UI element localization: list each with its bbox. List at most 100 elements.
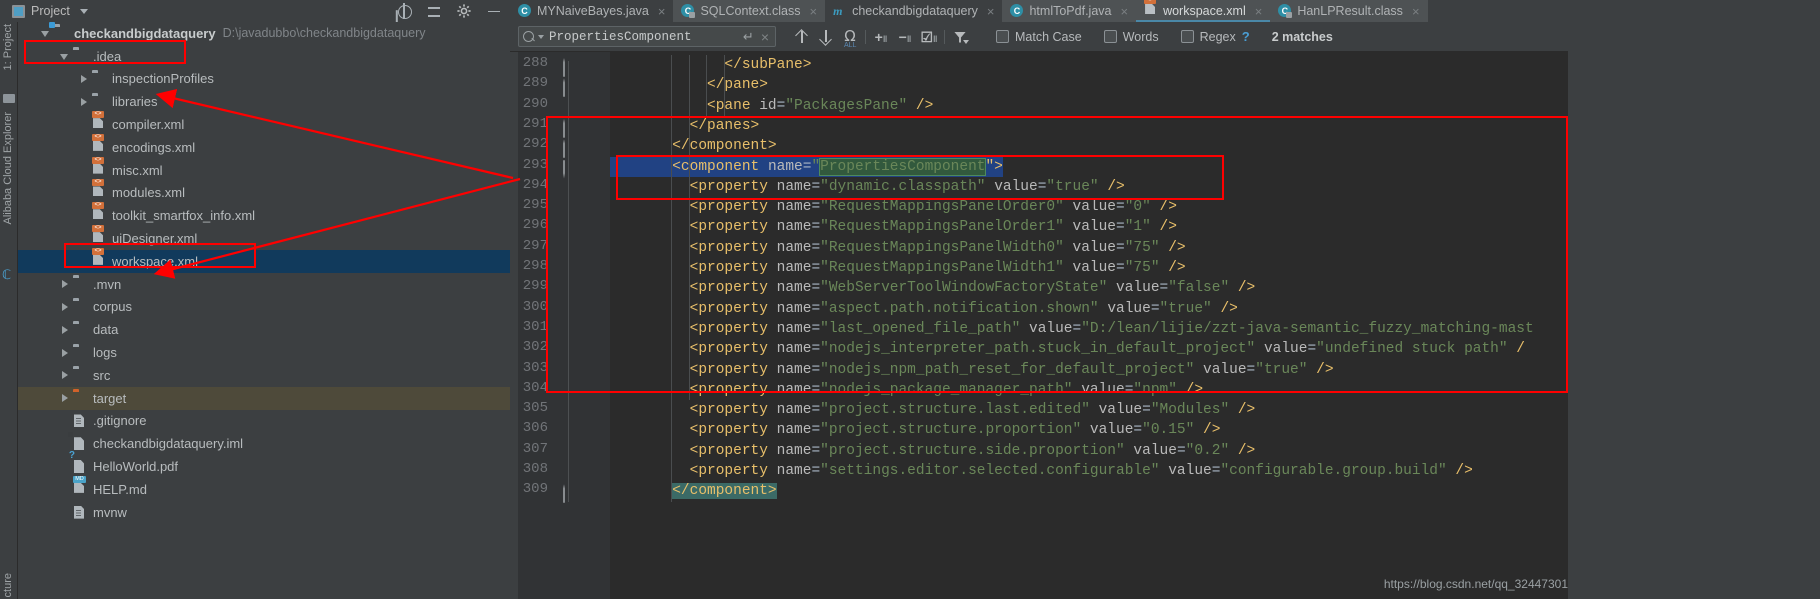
chevron-right-icon[interactable] — [59, 301, 70, 312]
code-fold-toggle[interactable] — [563, 118, 574, 138]
code-line-309[interactable]: </component> — [610, 481, 777, 501]
enter-icon[interactable]: ↵ — [743, 29, 754, 45]
code-line-300[interactable]: <property name="aspect.path.notification… — [610, 299, 1238, 319]
tool-tab-structure[interactable]: cture — [2, 573, 14, 597]
close-tab-icon[interactable]: × — [987, 4, 995, 19]
add-selection-next-button[interactable]: +‖ — [869, 25, 893, 49]
code-line-288[interactable]: </subPane> — [610, 55, 811, 75]
chevron-right-icon[interactable] — [78, 73, 89, 84]
chevron-right-icon[interactable] — [78, 96, 89, 107]
regex-checkbox[interactable]: Regex — [1180, 30, 1236, 44]
collapse-all-icon[interactable] — [426, 3, 442, 19]
chevron-right-icon[interactable] — [59, 324, 70, 335]
find-all-button[interactable]: Ω ALL — [838, 25, 862, 49]
tree-item-compiler-xml[interactable]: <> compiler.xml — [18, 111, 510, 136]
code-line-299[interactable]: <property name="WebServerToolWindowFacto… — [610, 278, 1256, 298]
code-line-297[interactable]: <property name="RequestMappingsPanelWidt… — [610, 238, 1186, 258]
tree-item-mvnw[interactable]: mvnw — [18, 501, 510, 524]
chevron-right-icon[interactable] — [59, 393, 70, 404]
code-fold-toggle[interactable] — [563, 139, 574, 159]
find-next-button[interactable] — [814, 25, 838, 49]
close-tab-icon[interactable]: × — [1412, 4, 1420, 19]
editor-tab-mynaivebayes-java[interactable]: C MYNaiveBayes.java × — [510, 0, 674, 22]
hide-panel-icon[interactable] — [486, 3, 502, 19]
tree-item-help-md[interactable]: MD HELP.md — [18, 475, 510, 501]
search-history-chevron-icon[interactable] — [538, 34, 544, 39]
code-line-302[interactable]: <property name="nodejs_interpreter_path.… — [610, 339, 1525, 359]
code-line-306[interactable]: <property name="project.structure.propor… — [610, 420, 1221, 440]
code-fold-toggle[interactable] — [563, 484, 574, 504]
editor-tab-workspace-xml[interactable]: <> workspace.xml × — [1136, 0, 1271, 22]
tree-item-mvn[interactable]: .mvn — [18, 273, 510, 296]
code-line-303[interactable]: <property name="nodejs_npm_path_reset_fo… — [610, 360, 1334, 380]
tree-item-inspectionprofiles[interactable]: inspectionProfiles — [18, 68, 510, 91]
editor-tab-hanlpresult-class[interactable]: C HanLPResult.class × — [1270, 0, 1428, 22]
close-tab-icon[interactable]: × — [658, 4, 666, 19]
code-line-295[interactable]: <property name="RequestMappingsPanelOrde… — [610, 197, 1177, 217]
code-line-290[interactable]: <pane id="PackagesPane" /> — [610, 96, 933, 116]
code-fold-toggle[interactable] — [563, 78, 574, 98]
tree-item-logs[interactable]: logs — [18, 341, 510, 364]
code-line-298[interactable]: <property name="RequestMappingsPanelWidt… — [610, 258, 1186, 278]
tree-item-helloworld-pdf[interactable]: ? HelloWorld.pdf — [18, 450, 510, 478]
tree-item-corpus[interactable]: corpus — [18, 296, 510, 319]
tree-item-target[interactable]: target — [18, 386, 510, 410]
select-all-occurrences-button[interactable]: ☑‖ — [917, 25, 941, 49]
clear-search-icon[interactable]: × — [759, 29, 771, 45]
chevron-right-icon[interactable] — [59, 347, 70, 358]
code-line-292[interactable]: </component> — [610, 136, 776, 156]
checkbox-box[interactable] — [996, 30, 1009, 43]
settings-gear-icon[interactable] — [456, 3, 472, 19]
checkbox-box[interactable] — [1180, 30, 1194, 43]
line-number-gutter[interactable]: 288 289 290 291 292 293 294 295 296 297 298 299 300 3… — [518, 52, 610, 599]
checkbox-box[interactable] — [1103, 30, 1117, 43]
tree-item-checkandbigdataquery[interactable]: checkandbigdataquery D:\javadubbo\checkan… — [18, 22, 510, 45]
editor-tab-sqlcontext-class[interactable]: C SQLContext.class × — [673, 0, 826, 22]
tree-item-gitignore[interactable]: .gitignore — [18, 410, 510, 433]
words-checkbox[interactable]: Words — [1103, 30, 1159, 44]
tree-item-workspace-xml[interactable]: <> workspace.xml — [18, 247, 510, 273]
chevron-down-icon[interactable] — [40, 28, 51, 39]
tree-item-data[interactable]: data — [18, 318, 510, 341]
find-previous-button[interactable] — [790, 25, 814, 49]
tool-tab-project[interactable]: 1: Project — [2, 24, 14, 70]
code-fold-toggle[interactable] — [563, 58, 574, 77]
code-line-307[interactable]: <property name="project.structure.side.p… — [610, 441, 1256, 461]
code-line-296[interactable]: <property name="RequestMappingsPanelOrde… — [610, 217, 1177, 237]
code-line-304[interactable]: <property name="nodejs_package_manager_p… — [610, 380, 1203, 400]
project-tree[interactable]: checkandbigdataquery D:\javadubbo\checkan… — [18, 22, 510, 599]
tree-item-checkandbigdataquery-iml[interactable]: checkandbigdataquery.iml — [18, 432, 510, 455]
tree-item-idea[interactable]: .idea — [18, 45, 510, 68]
code-line-293[interactable]: <component name="PropertiesComponent"> — [610, 156, 1003, 177]
code-line-294[interactable]: <property name="dynamic.classpath" value… — [610, 177, 1125, 197]
close-tab-icon[interactable]: × — [810, 4, 818, 19]
chevron-right-icon[interactable] — [59, 370, 70, 381]
code-line-291[interactable]: </panes> — [610, 116, 760, 136]
tree-item-uidesigner-xml[interactable]: <> uiDesigner.xml — [18, 225, 510, 250]
find-input[interactable]: PropertiesComponent ↵ × — [518, 26, 776, 47]
project-view-selector[interactable]: Project — [12, 4, 88, 18]
chevron-down-icon[interactable] — [59, 51, 70, 62]
code-line-301[interactable]: <property name="last_opened_file_path" v… — [610, 319, 1534, 339]
editor-tab-checkandbigdataquery[interactable]: m checkandbigdataquery × — [825, 0, 1003, 22]
tool-tab-alibaba-cloud-explorer[interactable]: Alibaba Cloud Explorer — [2, 112, 14, 225]
tree-item-libraries[interactable]: libraries — [18, 90, 510, 113]
find-query-text[interactable]: PropertiesComponent — [549, 30, 738, 44]
tree-item-encodings-xml[interactable]: <> encodings.xml — [18, 133, 510, 159]
locate-icon[interactable] — [396, 3, 412, 19]
close-tab-icon[interactable]: × — [1255, 4, 1263, 19]
editor-tab-htmltopdf-java[interactable]: ChtmlToPdf.java × — [1002, 0, 1137, 22]
tree-item-toolkit-smartfox-info-xml[interactable]: <> toolkit_smartfox_info.xml — [18, 202, 510, 227]
filter-button[interactable] — [948, 25, 972, 49]
tree-item-misc-xml[interactable]: <> misc.xml — [18, 156, 510, 182]
close-tab-icon[interactable]: × — [1120, 4, 1128, 19]
remove-selection-button[interactable]: −‖ — [893, 25, 917, 49]
match-case-checkbox[interactable]: Match Case — [996, 30, 1082, 44]
regex-help-icon[interactable]: ? — [1242, 29, 1250, 44]
chevron-down-icon[interactable] — [79, 8, 88, 14]
code-line-308[interactable]: <property name="settings.editor.selected… — [610, 461, 1473, 481]
chevron-right-icon[interactable] — [59, 279, 70, 290]
code-fold-toggle[interactable] — [563, 159, 574, 179]
code-line-305[interactable]: <property name="project.structure.last.e… — [610, 400, 1256, 420]
tree-item-src[interactable]: src — [18, 364, 510, 387]
